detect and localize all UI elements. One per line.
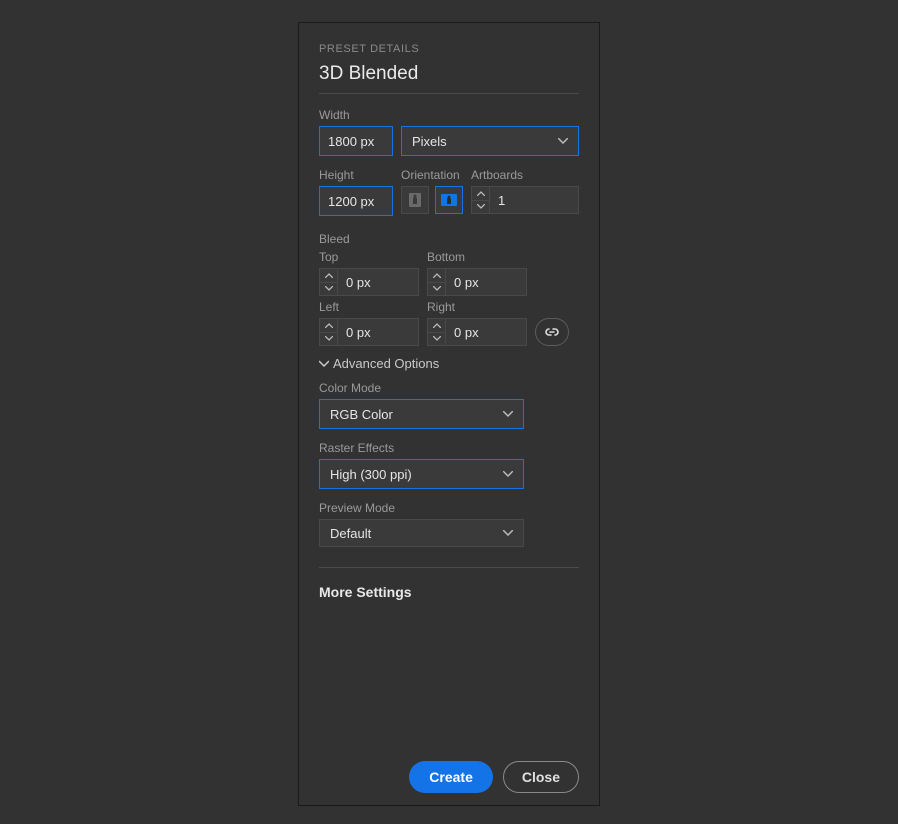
- landscape-icon: [440, 193, 458, 207]
- bleed-top-input[interactable]: [337, 268, 419, 296]
- color-mode-value: RGB Color: [330, 407, 393, 422]
- chevron-down-icon: [319, 360, 329, 368]
- height-label: Height: [319, 168, 393, 182]
- bleed-left-stepper[interactable]: [319, 318, 337, 346]
- bleed-right-input[interactable]: [445, 318, 527, 346]
- orientation-portrait-button[interactable]: [401, 186, 429, 214]
- units-select-value: Pixels: [412, 134, 447, 149]
- new-document-panel: PRESET DETAILS 3D Blended Width Pixels H…: [298, 22, 600, 806]
- bleed-bottom-down[interactable]: [428, 283, 445, 296]
- artboards-input[interactable]: [489, 186, 579, 214]
- bleed-bottom-input[interactable]: [445, 268, 527, 296]
- advanced-options-label: Advanced Options: [333, 356, 439, 371]
- bleed-bottom-stepper[interactable]: [427, 268, 445, 296]
- artboards-label: Artboards: [471, 168, 579, 182]
- bleed-link-toggle[interactable]: [535, 318, 569, 346]
- units-select[interactable]: Pixels: [401, 126, 579, 156]
- chevron-down-icon: [503, 471, 513, 477]
- bleed-top-down[interactable]: [320, 283, 337, 296]
- height-input[interactable]: [319, 186, 393, 216]
- bleed-top-stepper[interactable]: [319, 268, 337, 296]
- preset-details-label: PRESET DETAILS: [319, 43, 579, 55]
- preview-mode-value: Default: [330, 526, 371, 541]
- bleed-bottom-up[interactable]: [428, 269, 445, 283]
- preview-mode-select[interactable]: Default: [319, 519, 524, 547]
- preview-mode-label: Preview Mode: [319, 501, 579, 515]
- bleed-left-down[interactable]: [320, 333, 337, 346]
- bleed-left-up[interactable]: [320, 319, 337, 333]
- artboards-up[interactable]: [472, 187, 489, 201]
- artboards-stepper[interactable]: [471, 186, 489, 214]
- portrait-icon: [408, 192, 422, 208]
- more-settings-link[interactable]: More Settings: [319, 584, 579, 600]
- bleed-label: Bleed: [319, 232, 579, 246]
- raster-effects-value: High (300 ppi): [330, 467, 412, 482]
- chevron-down-icon: [558, 138, 568, 144]
- divider: [319, 567, 579, 568]
- bleed-right-up[interactable]: [428, 319, 445, 333]
- orientation-landscape-button[interactable]: [435, 186, 463, 214]
- width-label: Width: [319, 108, 579, 122]
- create-button[interactable]: Create: [409, 761, 493, 793]
- color-mode-label: Color Mode: [319, 381, 579, 395]
- raster-effects-select[interactable]: High (300 ppi): [319, 459, 524, 489]
- color-mode-select[interactable]: RGB Color: [319, 399, 524, 429]
- bleed-top-label: Top: [319, 250, 419, 264]
- bleed-bottom-label: Bottom: [427, 250, 527, 264]
- bleed-left-label: Left: [319, 300, 419, 314]
- bleed-left-input[interactable]: [337, 318, 419, 346]
- link-icon: [544, 325, 560, 339]
- bleed-right-down[interactable]: [428, 333, 445, 346]
- bleed-right-label: Right: [427, 300, 527, 314]
- bleed-right-stepper[interactable]: [427, 318, 445, 346]
- chevron-down-icon: [503, 530, 513, 536]
- orientation-label: Orientation: [401, 168, 463, 182]
- bleed-top-up[interactable]: [320, 269, 337, 283]
- close-button[interactable]: Close: [503, 761, 579, 793]
- chevron-down-icon: [503, 411, 513, 417]
- advanced-options-toggle[interactable]: Advanced Options: [319, 356, 579, 371]
- width-input[interactable]: [319, 126, 393, 156]
- artboards-down[interactable]: [472, 201, 489, 214]
- preset-name-field[interactable]: 3D Blended: [319, 63, 579, 94]
- raster-effects-label: Raster Effects: [319, 441, 579, 455]
